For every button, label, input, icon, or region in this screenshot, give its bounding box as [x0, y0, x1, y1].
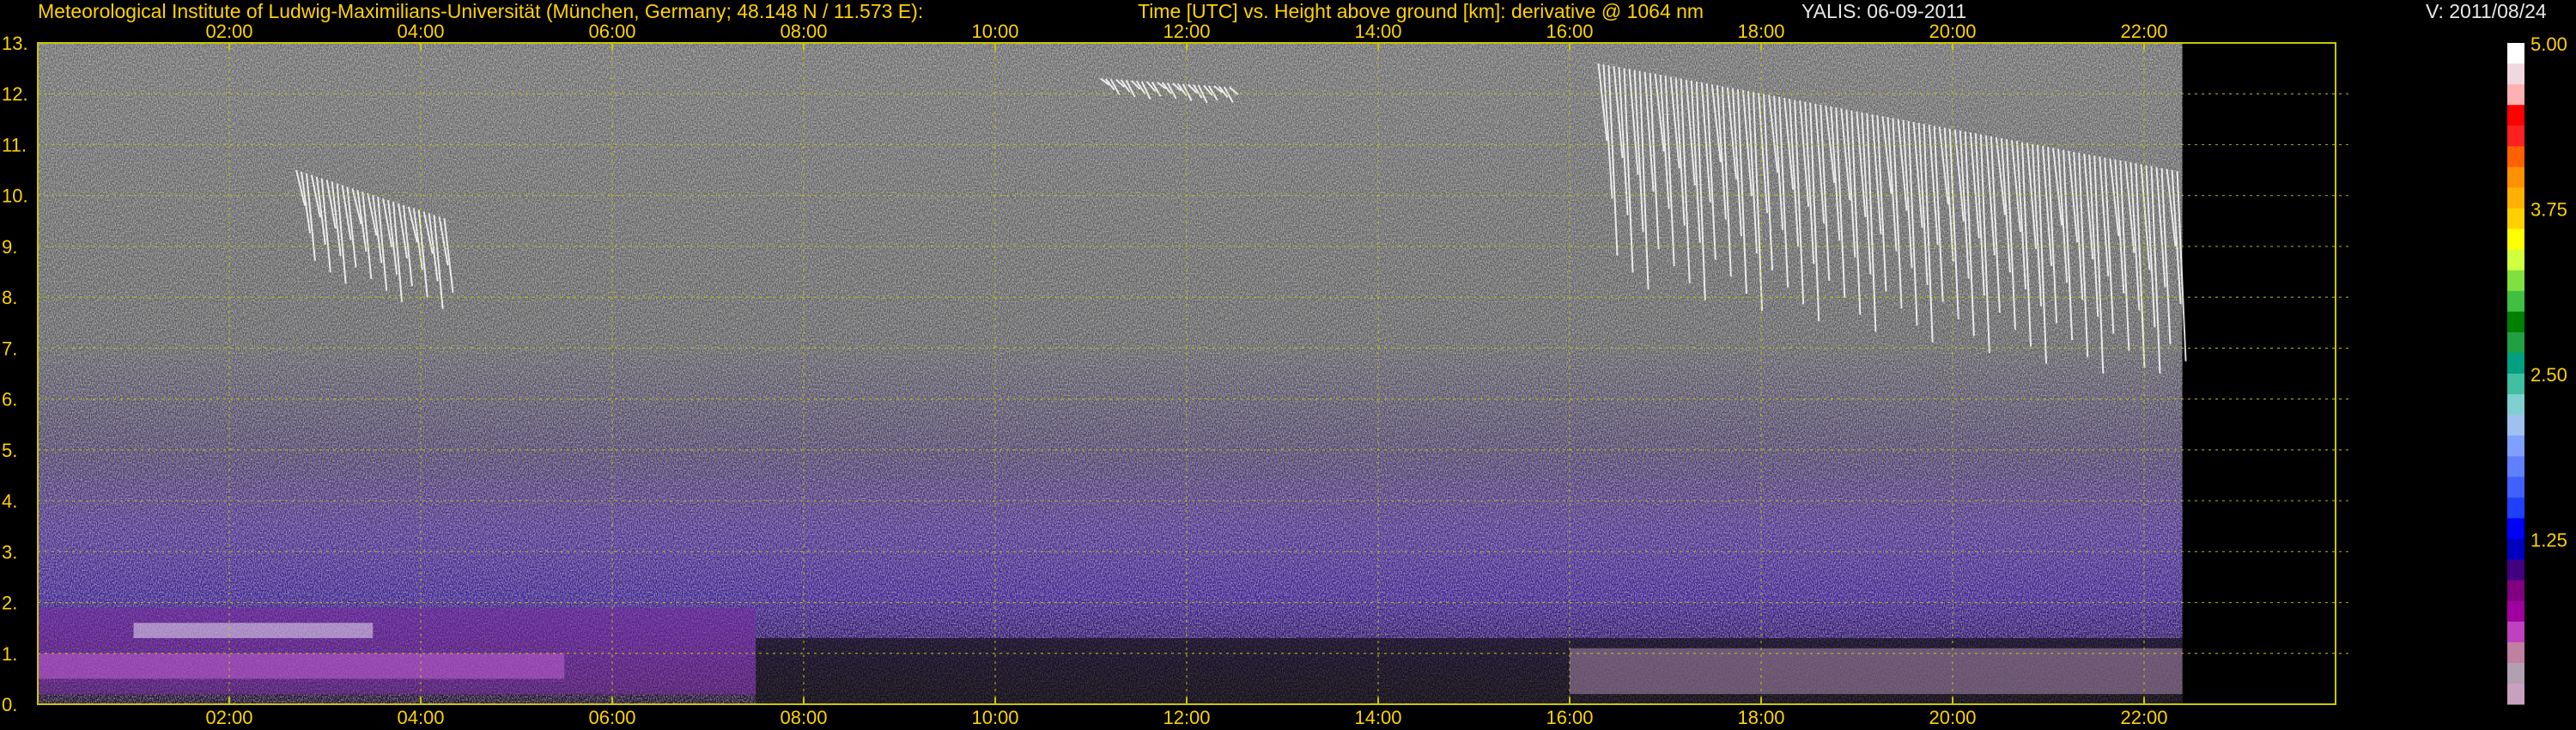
- y-tick-label: 6.: [2, 389, 17, 411]
- colorbar-swatch: [2507, 662, 2524, 684]
- colorbar-swatch: [2507, 580, 2524, 602]
- colorbar-swatch: [2507, 559, 2524, 581]
- x-tick-label-bottom: 22:00: [2120, 707, 2167, 728]
- no-data-region: [2182, 43, 2336, 704]
- x-tick-label-bottom: 14:00: [1354, 707, 1401, 728]
- y-tick-label: 13.: [2, 33, 28, 54]
- aerosol-layer: [38, 653, 565, 679]
- colorbar-swatch: [2507, 352, 2524, 374]
- colorbar-swatch: [2507, 621, 2524, 643]
- x-tick-label-top: 10:00: [971, 21, 1018, 42]
- colorbar-swatch: [2507, 249, 2524, 271]
- y-tick-label: 11.: [2, 134, 27, 155]
- colorbar-swatch: [2507, 84, 2524, 106]
- colorbar-swatch: [2507, 187, 2524, 209]
- x-tick-label-top: 02:00: [205, 21, 252, 42]
- x-tick-label-bottom: 20:00: [1929, 707, 1976, 728]
- x-tick-label-bottom: 06:00: [588, 707, 635, 728]
- y-tick-label: 2.: [2, 593, 17, 614]
- x-tick-label-top: 22:00: [2120, 21, 2167, 42]
- colorbar-swatch: [2507, 415, 2524, 436]
- x-tick-label-bottom: 02:00: [205, 707, 252, 728]
- colorbar-swatch: [2507, 167, 2524, 188]
- y-tick-label: 9.: [2, 236, 17, 258]
- colorbar-swatch: [2507, 683, 2524, 705]
- y-tick-label: 7.: [2, 338, 17, 359]
- x-tick-label-bottom: 10:00: [971, 707, 1018, 728]
- y-tick-label: 10.: [2, 186, 28, 207]
- colorbar-swatch: [2507, 290, 2524, 313]
- colorbar-tick-label: 1.25: [2530, 530, 2567, 551]
- lidar-chart: 02:00 02:00 04:00 04:00 06:00 06:00 08:00 08:00…: [2, 21, 2567, 728]
- x-tick-label-bottom: 08:00: [780, 707, 827, 728]
- colorbar-swatch: [2507, 538, 2524, 561]
- y-tick-label: 4.: [2, 490, 17, 512]
- colorbar-swatch: [2507, 518, 2524, 539]
- x-tick-label-top: 04:00: [397, 21, 444, 42]
- aerosol-layer: [133, 623, 374, 638]
- y-tick-label: 3.: [2, 541, 17, 563]
- colorbar-swatch: [2507, 394, 2524, 416]
- colorbar-swatch: [2507, 125, 2524, 147]
- x-tick-label-top: 14:00: [1354, 21, 1401, 42]
- y-tick-label: 5.: [2, 440, 17, 461]
- aerosol-layer: [38, 607, 756, 695]
- colorbar-swatch: [2507, 477, 2524, 498]
- colorbar-swatch: [2507, 208, 2524, 230]
- y-tick-label: 1.: [2, 643, 17, 665]
- colorbar-swatch: [2507, 146, 2524, 167]
- colorbar-swatch: [2507, 374, 2524, 395]
- x-tick-label-bottom: 16:00: [1546, 707, 1593, 728]
- colorbar-tick-label: 5.00: [2530, 33, 2567, 55]
- x-tick-label-bottom: 04:00: [397, 707, 444, 728]
- x-tick-label-top: 16:00: [1546, 21, 1593, 42]
- colorbar-tick-label: 3.75: [2530, 199, 2567, 221]
- colorbar-swatch: [2507, 435, 2524, 457]
- x-tick-label-top: 20:00: [1929, 21, 1976, 42]
- colorbar-swatch: [2507, 600, 2524, 623]
- colorbar-tick-label: 2.50: [2530, 364, 2567, 386]
- y-tick-label: 12.: [2, 83, 28, 105]
- colorbar-swatch: [2507, 228, 2524, 251]
- colorbar-swatch: [2507, 332, 2524, 354]
- x-tick-label-bottom: 12:00: [1163, 707, 1210, 728]
- x-tick-label-top: 08:00: [780, 21, 827, 42]
- x-tick-label-top: 18:00: [1737, 21, 1784, 42]
- y-tick-label: 8.: [2, 287, 17, 308]
- colorbar-swatch: [2507, 105, 2524, 126]
- y-tick-label: 0.: [2, 694, 17, 715]
- colorbar-swatch: [2507, 497, 2524, 519]
- noise-texture: [38, 43, 2183, 704]
- x-tick-label-top: 06:00: [588, 21, 635, 42]
- colorbar-swatch: [2507, 270, 2524, 292]
- colorbar-swatch: [2507, 642, 2524, 664]
- x-tick-label-top: 12:00: [1163, 21, 1210, 42]
- colorbar-swatch: [2507, 311, 2524, 333]
- aerosol-layer: [1570, 648, 2183, 695]
- colorbar-swatch: [2507, 43, 2524, 64]
- x-tick-label-bottom: 18:00: [1737, 707, 1784, 728]
- colorbar-swatch: [2507, 64, 2524, 85]
- colorbar-swatch: [2507, 456, 2524, 478]
